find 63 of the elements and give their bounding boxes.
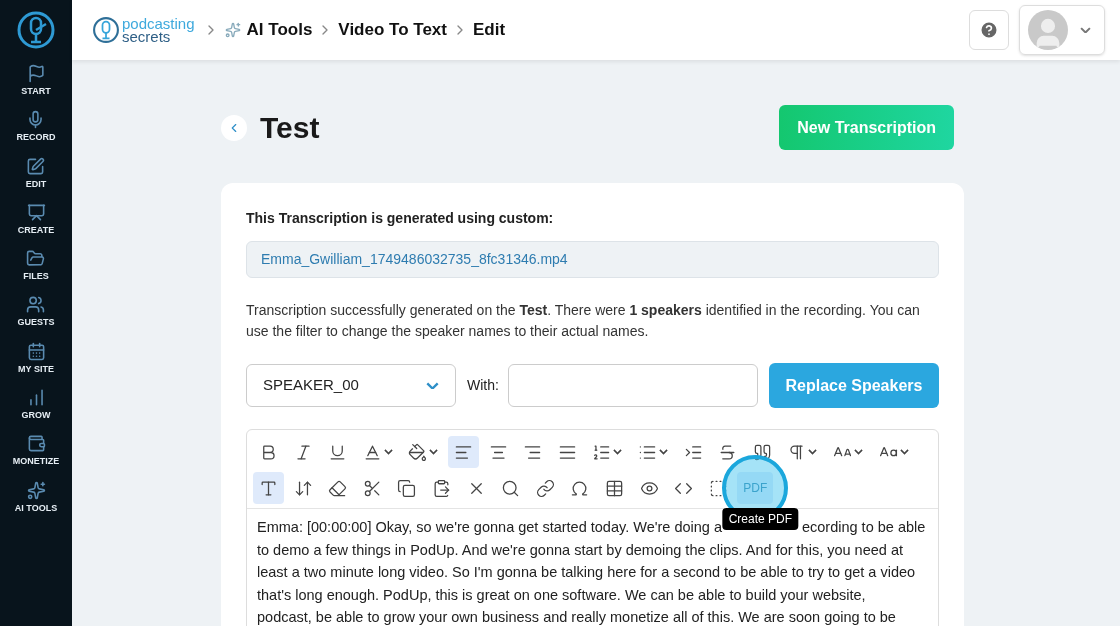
caret-icon [426,381,439,390]
toolbar-button[interactable] [253,472,284,504]
speaker-select[interactable]: SPEAKER_00 [246,364,456,407]
logo-text: podcasting [122,17,195,30]
breadcrumb-link[interactable]: Edit [473,17,506,43]
flag-icon [26,64,46,83]
scissors-icon [362,478,382,498]
tooltip: Create PDF [722,508,798,530]
eraser-icon [328,478,348,498]
help-icon [979,20,999,40]
breadcrumb-link[interactable]: AI Tools [246,17,313,43]
file-name-field: Emma_Gwilliam_1749486032735_8fc31346.mp4 [246,241,939,278]
sidebar-item[interactable]: FILES [23,270,49,284]
breadcrumb-link[interactable]: Video To Text [338,17,447,43]
caret-icon [383,449,393,455]
sidebar-item[interactable]: RECORD [16,131,56,145]
sidebar-item[interactable]: MY SITE [18,362,54,377]
link-icon [535,478,555,498]
caret-icon [808,449,818,455]
avatar [1028,10,1068,50]
source-label: This Transcription is generated using custom: [246,209,555,228]
caret-icon [899,449,909,455]
sidebar-item[interactable]: GUESTS [17,316,55,330]
transcript-text: to demo a few things in PodUp. And we're gonna start by demoing the clips. And for this, you need at [257,540,903,560]
paint-bucket-icon [408,442,428,462]
people-icon [26,295,46,315]
speaker-name-input[interactable] [507,364,758,407]
sparkles-icon [224,22,241,38]
calendar-icon [26,341,46,361]
transcript-text: podcast, be able to grow your own business and really monetize all of this. We are soon going to be [257,608,896,626]
sidebar-item[interactable]: GROW [21,409,51,423]
with-label: With: [467,376,499,395]
dashed-square-icon [708,478,728,498]
copy-icon [397,478,417,498]
sidebar-item[interactable]: EDIT [25,177,47,192]
sidebar-item[interactable]: START [21,85,51,99]
transcript-text: that's long enough. PodUp, this is great on one software. We can be able to build your website, [257,585,866,605]
caret-icon [613,449,623,455]
table-icon [604,478,624,498]
caret-icon [853,449,863,455]
sidebar-item[interactable]: AI TOOLS [14,501,58,516]
folder-icon [26,249,46,269]
logo-icon [16,10,56,50]
sparkles-icon [26,480,46,500]
sidebar-item[interactable]: MONETIZE [12,455,60,469]
sidebar-item[interactable]: CREATE [17,223,55,238]
board-icon [26,202,46,222]
wallet-icon [26,434,46,454]
logo-icon [92,16,120,44]
caret-icon [429,449,439,455]
transcript-text: Emma: [00:00:00] Okay, so we're gonna get started today. We're doing a [257,518,722,538]
help-button[interactable] [969,10,1009,50]
transcript-text: least a two minute long video. So I'm gonna be talking here for a second to be able to try to get a video [257,563,916,583]
toolbar-button[interactable] [447,436,479,468]
caret-icon [1080,26,1091,34]
transcript-text: ecording to be able [801,518,926,538]
line-height-icon [293,478,313,498]
info-text: Transcription successfully generated on the Test. There were 1 speakers identified in the recording. You can use the filter to change the speaker names to their actual names. [246,301,921,341]
quote-icon [752,442,772,462]
pen-square-icon [26,156,46,176]
caret-icon [658,449,668,455]
search-icon [501,478,521,498]
page-title: Test [260,110,320,146]
